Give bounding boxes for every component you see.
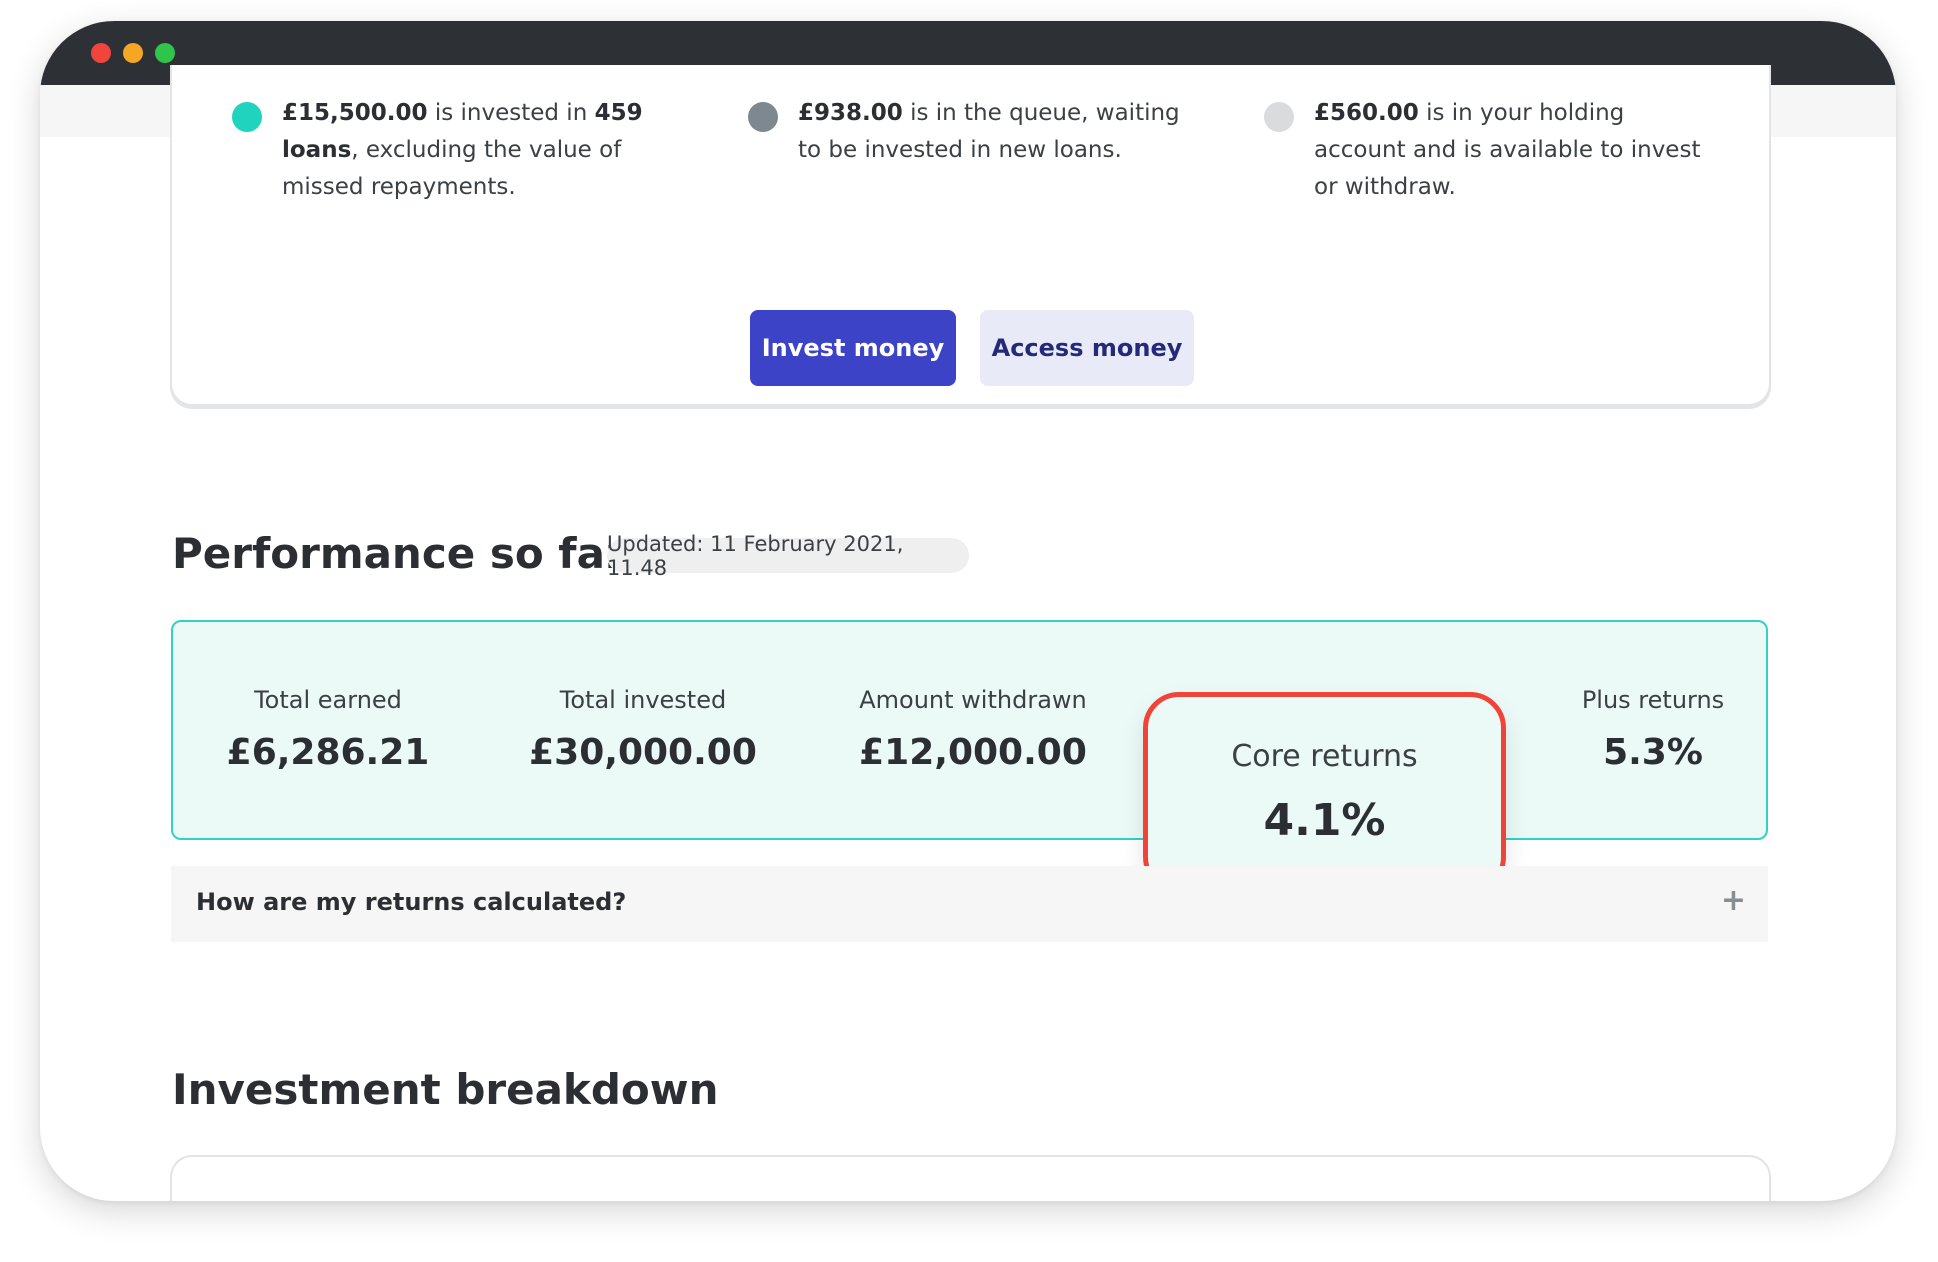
updated-badge: Updated: 11 February 2021, 11.48 xyxy=(607,532,969,580)
performance-metrics-panel: Total earned £6,286.21 Total invested £3… xyxy=(171,620,1768,840)
metric-total-earned: Total earned £6,286.21 xyxy=(203,622,453,838)
access-money-button[interactable]: Access money xyxy=(980,310,1194,386)
investment-breakdown-card xyxy=(170,1155,1771,1201)
close-window-icon[interactable] xyxy=(91,43,111,63)
accordion-question: How are my returns calculated? xyxy=(196,888,627,916)
maximize-window-icon[interactable] xyxy=(155,43,175,63)
performance-title: Performance so far xyxy=(172,529,626,578)
invest-money-button[interactable]: Invest money xyxy=(750,310,956,386)
holding-invested-text: £15,500.00 is invested in 459 loans, exc… xyxy=(282,100,643,200)
metric-value: 5.3% xyxy=(1603,732,1703,773)
invested-dot-icon xyxy=(232,102,262,132)
metric-value: 4.1% xyxy=(1263,795,1386,846)
minimize-window-icon[interactable] xyxy=(123,43,143,63)
metric-value: £30,000.00 xyxy=(529,732,757,773)
metric-total-invested: Total invested £30,000.00 xyxy=(513,622,773,838)
metric-label: Core returns xyxy=(1231,739,1418,774)
investment-breakdown-title: Investment breakdown xyxy=(172,1065,719,1114)
metric-core-returns-highlighted: Core returns 4.1% xyxy=(1143,692,1506,893)
metric-label: Total invested xyxy=(559,686,727,714)
browser-window: £15,500.00 is invested in 459 loans, exc… xyxy=(40,21,1896,1201)
holdings-card: £15,500.00 is invested in 459 loans, exc… xyxy=(170,65,1771,406)
metric-value: £12,000.00 xyxy=(859,732,1087,773)
queue-dot-icon xyxy=(748,102,778,132)
metric-amount-withdrawn: Amount withdrawn £12,000.00 xyxy=(823,622,1123,838)
metric-label: Amount withdrawn xyxy=(859,686,1087,714)
returns-calculation-accordion[interactable]: How are my returns calculated? + xyxy=(171,866,1768,942)
holding-queued-text: £938.00 is in the queue, waiting to be i… xyxy=(798,100,1180,163)
metric-label: Total earned xyxy=(254,686,402,714)
available-dot-icon xyxy=(1264,102,1294,132)
holding-available-text: £560.00 is in your holding account and i… xyxy=(1314,100,1701,200)
metric-plus-returns: Plus returns 5.3% xyxy=(1553,622,1753,838)
plus-icon[interactable]: + xyxy=(1721,886,1746,916)
page-content: £15,500.00 is invested in 459 loans, exc… xyxy=(40,65,1896,1201)
metric-value: £6,286.21 xyxy=(226,732,430,773)
metric-label: Plus returns xyxy=(1581,686,1725,714)
